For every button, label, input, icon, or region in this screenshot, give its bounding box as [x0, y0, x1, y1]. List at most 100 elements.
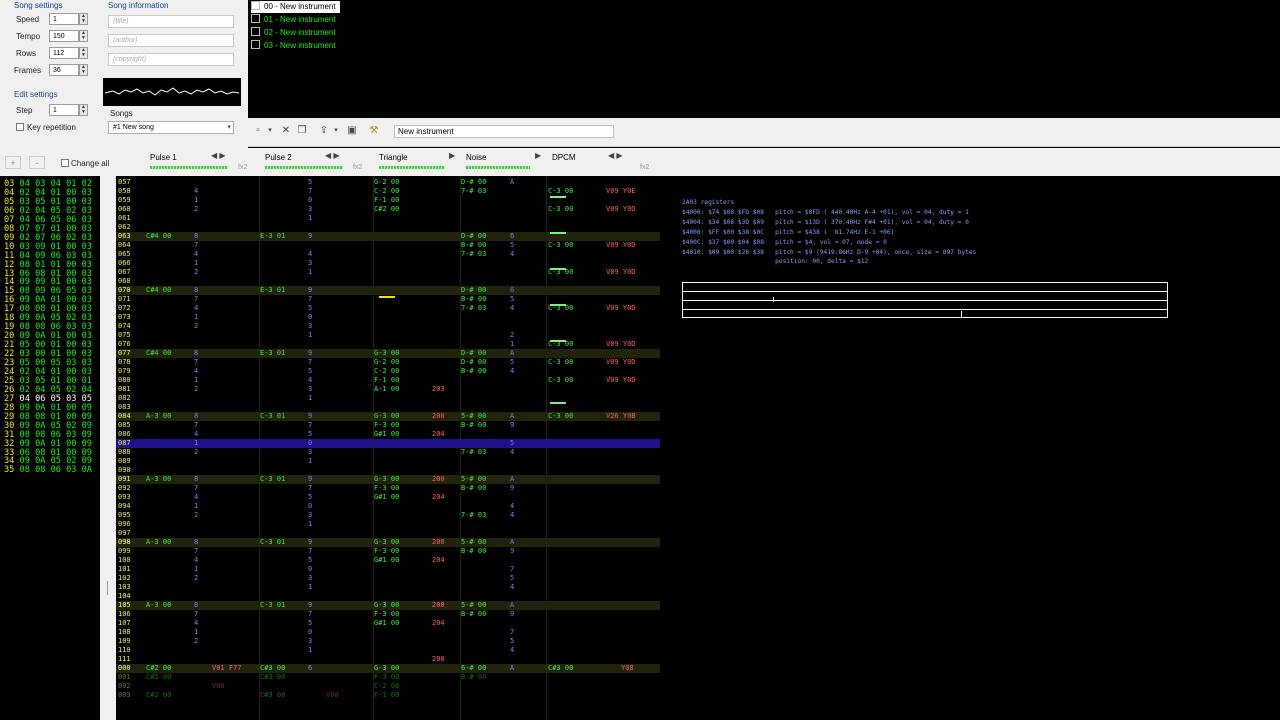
volume-cell[interactable]: 5 [308, 493, 312, 502]
pattern-row[interactable]: 089 1 [116, 457, 660, 466]
remove-instrument-icon[interactable]: ✕ [280, 125, 292, 137]
volume-cell[interactable]: 6 [308, 664, 312, 673]
pattern-row[interactable]: 091 A-3 00 8 C-3 01 9 G-3 00 200 5-# 00 A [116, 475, 660, 484]
volume-cell[interactable]: 1 [194, 259, 198, 268]
change-all-checkbox[interactable] [61, 159, 69, 167]
pattern-row[interactable]: 083 [116, 403, 660, 412]
volume-cell[interactable]: 0 [308, 502, 312, 511]
volume-cell[interactable]: 9 [510, 547, 514, 556]
instrument-item-01[interactable]: 01 - New instrument [251, 14, 336, 26]
volume-cell[interactable]: 1 [194, 502, 198, 511]
volume-cell[interactable]: 4 [194, 430, 198, 439]
channel-arrows-icon[interactable]: ▶ [449, 151, 455, 160]
volume-cell[interactable]: 4 [510, 502, 514, 511]
volume-cell[interactable]: 7 [308, 295, 312, 304]
pattern-row[interactable]: 002 V00 C-2 00 [116, 682, 660, 691]
effect-cell[interactable]: V01 F77 [212, 664, 242, 673]
volume-cell[interactable]: 3 [308, 511, 312, 520]
pattern-row[interactable]: 099 7 7 F-3 00 B-# 00 9 [116, 547, 660, 556]
pattern-row[interactable]: 086 4 5 G#1 00 204 [116, 430, 660, 439]
effect-cell[interactable]: V09 Y0D [606, 340, 636, 349]
effect-cell[interactable]: 200 [432, 601, 445, 610]
note-cell[interactable]: G#1 00 [374, 556, 399, 565]
volume-cell[interactable]: 4 [510, 511, 514, 520]
volume-cell[interactable]: 2 [194, 574, 198, 583]
volume-cell[interactable]: 1 [308, 520, 312, 529]
note-cell[interactable]: B-# 00 [461, 610, 486, 619]
volume-cell[interactable]: 3 [308, 385, 312, 394]
song-select[interactable]: #1 New song [108, 121, 234, 134]
note-cell[interactable]: C-3 01 [260, 601, 285, 610]
note-cell[interactable]: G#1 00 [374, 493, 399, 502]
volume-cell[interactable]: 4 [308, 250, 312, 259]
pattern-row[interactable]: 092 7 7 F-3 00 B-# 00 9 [116, 484, 660, 493]
volume-cell[interactable]: 4 [194, 304, 198, 313]
note-cell[interactable]: E-3 01 [260, 349, 285, 358]
effect-cell[interactable]: V09 Y0D [606, 205, 636, 214]
clone-instrument-icon[interactable]: ❐ [296, 125, 308, 137]
pattern-row[interactable]: 070 C#4 00 8 E-3 01 9 D-# 00 6 [116, 286, 660, 295]
volume-cell[interactable]: 8 [194, 349, 198, 358]
note-cell[interactable]: 7-# 03 [461, 250, 486, 259]
note-cell[interactable]: A-3 00 [146, 601, 171, 610]
volume-cell[interactable]: 7 [308, 484, 312, 493]
volume-cell[interactable]: 1 [194, 376, 198, 385]
note-cell[interactable]: C-3 00 [548, 376, 573, 385]
instrument-item-02[interactable]: 02 - New instrument [251, 27, 336, 39]
pattern-row[interactable]: 076 1 C-3 00 V09 Y0D [116, 340, 660, 349]
note-cell[interactable]: C#3 00 [548, 664, 573, 673]
pattern-row[interactable]: 074 2 3 [116, 322, 660, 331]
note-cell[interactable]: F-3 00 [374, 484, 399, 493]
volume-cell[interactable]: 5 [510, 439, 514, 448]
step-spinner[interactable]: 1 [49, 104, 79, 116]
pattern-row[interactable]: 084 A-3 00 8 C-3 01 9 G-3 00 200 5-# 00 A C-3 00 V… [116, 412, 660, 421]
note-cell[interactable]: C-2 00 [374, 187, 399, 196]
volume-cell[interactable]: 4 [510, 304, 514, 313]
volume-cell[interactable]: 4 [194, 619, 198, 628]
pattern-row[interactable]: 090 [116, 466, 660, 475]
song-copyright-field[interactable]: (copyright) [108, 53, 234, 66]
pattern-row[interactable]: 107 4 5 G#1 00 204 [116, 619, 660, 628]
note-cell[interactable]: G-3 00 [374, 349, 399, 358]
step-spin-buttons[interactable]: ▲ ▼ [79, 104, 88, 116]
volume-cell[interactable]: 9 [308, 601, 312, 610]
note-cell[interactable]: F-3 00 [374, 673, 399, 682]
note-cell[interactable]: C#3 00 [260, 673, 285, 682]
pattern-row[interactable]: 003 C#2 00 C#3 00 V00 F-1 00 [116, 691, 660, 700]
volume-cell[interactable]: 9 [308, 475, 312, 484]
note-cell[interactable]: D-# 00 [461, 358, 486, 367]
note-cell[interactable]: C-3 00 [548, 241, 573, 250]
pattern-row[interactable]: 073 1 0 [116, 313, 660, 322]
pattern-row[interactable]: 094 1 0 4 [116, 502, 660, 511]
rows-spinner[interactable]: 112 [49, 47, 79, 59]
volume-cell[interactable]: 7 [510, 565, 514, 574]
volume-cell[interactable]: 4 [510, 448, 514, 457]
note-cell[interactable]: C-2 00 [374, 367, 399, 376]
volume-cell[interactable]: 0 [308, 313, 312, 322]
note-cell[interactable]: G#1 00 [374, 430, 399, 439]
pattern-row[interactable]: 061 1 [116, 214, 660, 223]
volume-cell[interactable]: 7 [194, 295, 198, 304]
pattern-row[interactable]: 082 1 [116, 394, 660, 403]
volume-cell[interactable]: 2 [194, 511, 198, 520]
volume-cell[interactable]: 8 [194, 232, 198, 241]
note-cell[interactable]: C#4 00 [146, 232, 171, 241]
volume-cell[interactable]: 5 [510, 358, 514, 367]
note-cell[interactable]: A-3 00 [146, 538, 171, 547]
note-cell[interactable]: B-# 00 [461, 241, 486, 250]
note-cell[interactable]: B-# 00 [461, 367, 486, 376]
note-cell[interactable]: G#1 00 [374, 619, 399, 628]
pattern-row[interactable]: 080 1 4 F-1 00 C-3 00 V09 Y0D [116, 376, 660, 385]
edit-instrument-icon[interactable]: ⚒ [368, 125, 380, 137]
note-cell[interactable]: C#4 00 [146, 349, 171, 358]
note-cell[interactable]: C-3 00 [548, 412, 573, 421]
volume-cell[interactable]: 9 [510, 421, 514, 430]
note-cell[interactable]: 6-# 00 [461, 664, 486, 673]
key-repetition-checkbox[interactable] [16, 123, 24, 131]
volume-cell[interactable]: 4 [194, 367, 198, 376]
effect-cell[interactable]: V09 Y0D [606, 304, 636, 313]
frame-row[interactable]: 35 08 08 06 03 0A [4, 466, 92, 475]
volume-cell[interactable]: 1 [194, 313, 198, 322]
volume-cell[interactable]: 7 [194, 610, 198, 619]
volume-cell[interactable]: 8 [194, 475, 198, 484]
